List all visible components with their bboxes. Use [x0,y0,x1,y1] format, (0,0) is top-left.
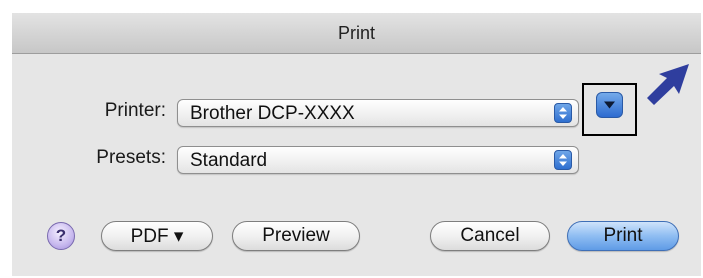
blue-arrow-icon [647,64,689,105]
presets-popup-value: Standard [190,150,268,171]
popup-stepper-icon [554,150,572,170]
disclosure-triangle-icon [604,101,615,109]
disclosure-triangle-button[interactable] [596,92,623,118]
pdf-button[interactable]: PDF ▾ [101,221,213,251]
help-button[interactable]: ? [47,222,75,250]
presets-label: Presets: [96,147,166,168]
printer-label: Printer: [104,100,166,121]
popup-stepper-icon [554,103,572,123]
presets-popup[interactable]: Standard [177,146,579,174]
cancel-button[interactable]: Cancel [430,221,550,251]
preview-button[interactable]: Preview [232,221,360,251]
printer-popup[interactable]: Brother DCP-XXXX [177,99,579,127]
print-button[interactable]: Print [567,221,679,251]
printer-popup-value: Brother DCP-XXXX [190,103,355,124]
print-dialog: Print Printer: Brother DCP-XXXX Presets:… [12,13,701,276]
dialog-titlebar: Print [12,13,701,54]
dialog-title: Print [337,22,375,43]
